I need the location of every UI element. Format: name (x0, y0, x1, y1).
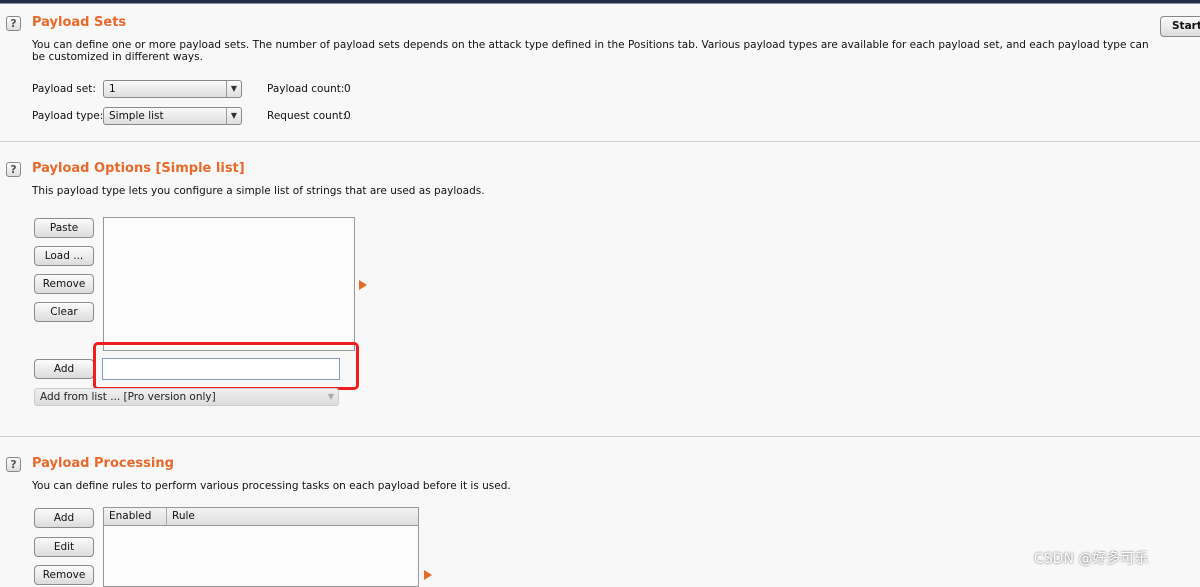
remove-rule-button[interactable]: Remove (34, 565, 94, 585)
payload-options-description: This payload type lets you configure a s… (32, 185, 485, 197)
rules-table[interactable]: Enabled Rule (103, 507, 419, 587)
add-payload-input[interactable] (102, 358, 340, 380)
payload-set-value: 1 (109, 83, 116, 95)
payload-type-value: Simple list (109, 110, 164, 122)
watermark: CSDN @好多可乐 (1034, 551, 1149, 567)
payload-count-value: 0 (344, 83, 351, 95)
divider (0, 436, 1200, 437)
help-icon[interactable]: ? (6, 162, 21, 177)
column-header-rule[interactable]: Rule (167, 508, 195, 525)
add-from-list-select[interactable]: Add from list ... [Pro version only] ▼ (34, 388, 339, 406)
add-button[interactable]: Add (34, 359, 94, 379)
payload-set-label: Payload set: (32, 83, 96, 95)
payload-type-label: Payload type: (32, 110, 104, 122)
payload-options-heading: Payload Options [Simple list] (32, 161, 245, 176)
help-icon[interactable]: ? (6, 457, 21, 472)
divider (0, 141, 1200, 142)
clear-button[interactable]: Clear (34, 302, 94, 322)
window-top-border (0, 0, 1200, 4)
payload-type-select[interactable]: Simple list ▼ (103, 107, 242, 125)
expand-arrow-icon[interactable] (424, 570, 432, 580)
chevron-down-icon: ▼ (226, 108, 241, 124)
load-button[interactable]: Load ... (34, 246, 94, 266)
column-header-enabled[interactable]: Enabled (104, 508, 167, 525)
payload-processing-description: You can define rules to perform various … (32, 480, 511, 492)
payload-count-label: Payload count: (267, 83, 345, 95)
payload-sets-heading: Payload Sets (32, 15, 127, 30)
chevron-down-icon: ▼ (226, 81, 241, 97)
chevron-down-icon: ▼ (327, 392, 334, 401)
request-count-label: Request count: (267, 110, 347, 122)
payload-set-select[interactable]: 1 ▼ (103, 80, 242, 98)
help-icon[interactable]: ? (6, 16, 21, 31)
add-from-list-label: Add from list ... [Pro version only] (40, 391, 216, 403)
payload-processing-heading: Payload Processing (32, 456, 174, 471)
add-rule-button[interactable]: Add (34, 508, 94, 528)
remove-button[interactable]: Remove (34, 274, 94, 294)
payload-list[interactable] (103, 217, 355, 351)
expand-arrow-icon[interactable] (359, 280, 367, 290)
request-count-value: 0 (344, 110, 351, 122)
edit-rule-button[interactable]: Edit (34, 537, 94, 557)
paste-button[interactable]: Paste (34, 218, 94, 238)
start-attack-button[interactable]: Start attack (1160, 16, 1200, 37)
payload-sets-description: You can define one or more payload sets.… (32, 39, 1149, 63)
